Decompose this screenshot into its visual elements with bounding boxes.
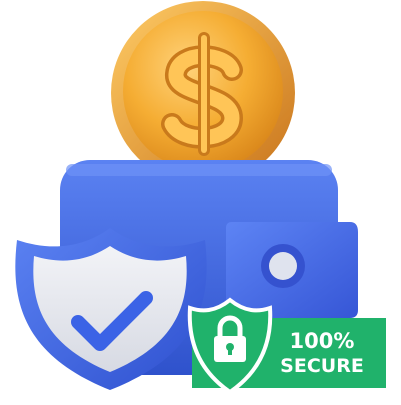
badge-line2: SECURE (280, 355, 364, 377)
badge-line1: 100% (290, 329, 355, 353)
dollar-coin-icon (111, 1, 295, 185)
illustration: 100% SECURE (0, 0, 401, 405)
